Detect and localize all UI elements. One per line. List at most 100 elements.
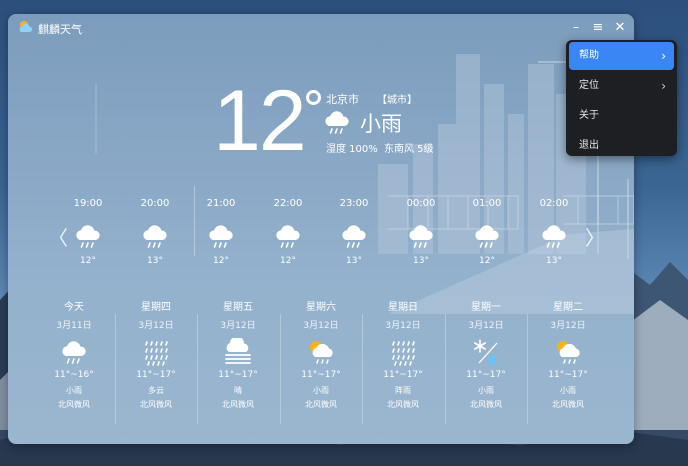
hour-temp: 13° <box>546 256 562 266</box>
hourly-item: 20:00 13° <box>135 198 175 266</box>
day-wind: 北风微风 <box>222 400 254 409</box>
day-range: 11°~17° <box>301 370 341 380</box>
forecast-day: 今天 3月11日 11°~16° 小雨 北风微风 <box>33 298 115 410</box>
degree-symbol <box>306 90 321 105</box>
hourly-item: 23:00 13° <box>334 198 374 266</box>
hour-temp: 12° <box>213 256 229 266</box>
menu-item-about[interactable]: 关于 <box>569 102 674 130</box>
hourly-item: 21:00 12° <box>201 198 241 266</box>
forecast-day: 星期一 3月12日 11°~17° 小雨 北风微风 <box>445 298 527 410</box>
hour-time: 20:00 <box>140 198 170 209</box>
snow-rain-icon <box>473 339 498 365</box>
menu-item-label: 帮助 <box>579 50 599 61</box>
day-range: 11°~17° <box>466 370 506 380</box>
day-wind: 北风微风 <box>140 400 172 409</box>
humidity-text: 湿度 100% <box>326 144 378 155</box>
day-wind: 北风微风 <box>470 400 502 409</box>
day-range: 11°~17° <box>136 370 176 380</box>
hour-time: 02:00 <box>539 198 569 209</box>
day-name: 星期一 <box>471 302 501 313</box>
day-name: 今天 <box>64 302 84 313</box>
fog-icon <box>225 338 251 364</box>
day-range: 11°~17° <box>218 370 258 380</box>
forecast-day: 星期日 3月12日 11°~17° 阵雨 北风微风 <box>362 298 444 410</box>
day-date: 3月12日 <box>303 321 339 331</box>
hourly-item: 01:00 12° <box>467 198 507 266</box>
hourly-item: 02:00 13° <box>534 198 574 266</box>
day-condition: 小雨 <box>313 386 329 395</box>
hour-time: 19:00 <box>73 198 103 209</box>
day-condition: 多云 <box>148 386 164 395</box>
day-range: 11°~17° <box>383 370 423 380</box>
day-date: 3月12日 <box>385 321 421 331</box>
hour-temp: 13° <box>147 256 163 266</box>
day-date: 3月11日 <box>56 321 92 331</box>
menu-item-help[interactable]: 帮助 › <box>569 42 674 70</box>
city-name[interactable]: 北京市 <box>326 91 359 107</box>
day-date: 3月12日 <box>468 321 504 331</box>
minimize-button[interactable]: – <box>566 18 586 38</box>
hour-temp: 12° <box>80 256 96 266</box>
hourly-item: 22:00 12° <box>268 198 308 266</box>
day-condition: 小雨 <box>478 386 494 395</box>
day-date: 3月12日 <box>550 321 586 331</box>
cloud-rain-icon <box>542 225 566 248</box>
chevron-right-icon: › <box>661 49 666 63</box>
day-name: 星期四 <box>141 302 171 313</box>
menu-item-label: 关于 <box>579 110 599 121</box>
day-name: 星期日 <box>388 302 418 313</box>
hour-time: 00:00 <box>406 198 436 209</box>
day-range: 11°~17° <box>548 370 588 380</box>
app-title: 麒麟天气 <box>38 23 82 36</box>
forecast-day: 星期六 3月12日 11°~17° 小雨 北风微风 <box>280 298 362 410</box>
menu-button[interactable]: ≡ <box>588 18 608 38</box>
hourly-prev-button[interactable]: 〈 <box>48 222 68 251</box>
title-bar: 麒麟天气 – ≡ ✕ <box>8 14 634 42</box>
day-condition: 晴 <box>234 386 242 395</box>
day-wind: 北风微风 <box>552 400 584 409</box>
hourly-item: 00:00 13° <box>401 198 441 266</box>
sun-cloud-rain-icon <box>310 341 333 364</box>
cloud-rain-icon <box>325 111 349 134</box>
sun-cloud-rain-icon <box>557 341 580 364</box>
heavy-rain-icon <box>392 341 415 366</box>
forecast-day: 星期二 3月12日 11°~17° 小雨 北风微风 <box>527 298 609 410</box>
cloud-rain-icon <box>276 225 300 248</box>
chevron-right-icon: › <box>661 79 666 93</box>
day-name: 星期五 <box>223 302 253 313</box>
menu-item-location[interactable]: 定位 › <box>569 72 674 100</box>
forecast-day: 星期五 3月12日 11°~17° 晴 北风微风 <box>197 298 279 410</box>
close-button[interactable]: ✕ <box>610 18 630 38</box>
cloud-rain-icon <box>475 225 499 248</box>
day-wind: 北风微风 <box>305 400 337 409</box>
day-condition: 小雨 <box>66 386 82 395</box>
heavy-rain-icon <box>145 341 168 366</box>
forecast-day: 星期四 3月12日 11°~17° 多云 北风微风 <box>115 298 197 410</box>
hour-time: 23:00 <box>339 198 369 209</box>
day-condition: 小雨 <box>560 386 576 395</box>
hour-time: 21:00 <box>206 198 236 209</box>
hourly-next-button[interactable]: 〉 <box>585 222 605 251</box>
day-wind: 北风微风 <box>387 400 419 409</box>
weather-app-icon <box>19 21 33 32</box>
weather-window: 麒麟天气 – ≡ ✕ 12 北京市 【城市】 小雨 湿度 100% 东南风 5级… <box>8 14 634 444</box>
main-menu: 帮助 › 定位 › 关于 退出 <box>566 40 677 156</box>
day-date: 3月12日 <box>220 321 256 331</box>
cloud-rain-icon <box>342 225 366 248</box>
day-name: 星期二 <box>553 302 583 313</box>
hour-temp: 13° <box>346 256 362 266</box>
menu-item-label: 定位 <box>579 80 599 91</box>
day-wind: 北风微风 <box>58 400 90 409</box>
hour-temp: 12° <box>280 256 296 266</box>
day-name: 星期六 <box>306 302 336 313</box>
cloud-rain-icon <box>209 225 233 248</box>
cloud-rain-icon <box>143 225 167 248</box>
day-date: 3月12日 <box>138 321 174 331</box>
hour-time: 01:00 <box>472 198 502 209</box>
day-condition: 阵雨 <box>395 386 411 395</box>
cloud-rain-icon <box>62 341 86 364</box>
cloud-rain-icon <box>76 225 100 248</box>
city-tag: 【城市】 <box>377 95 417 106</box>
wind-text: 东南风 5级 <box>384 144 434 155</box>
menu-item-quit[interactable]: 退出 <box>569 132 674 160</box>
